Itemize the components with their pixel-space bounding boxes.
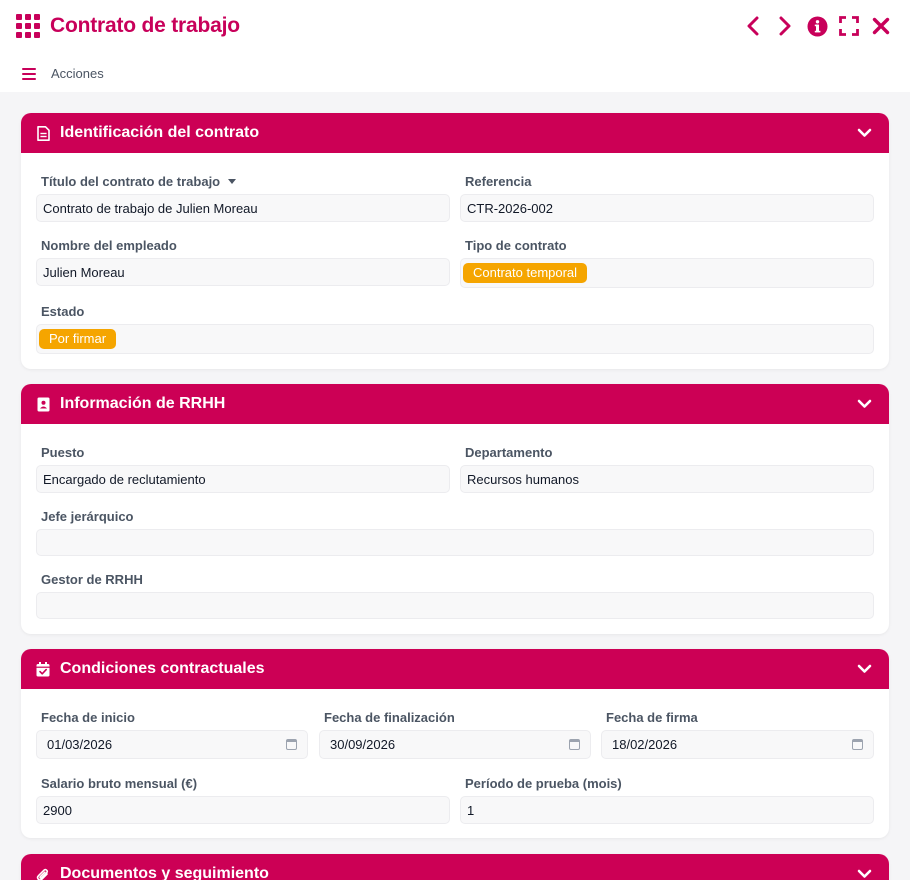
jefe-input[interactable] bbox=[36, 529, 874, 556]
label-inicio: Fecha de inicio bbox=[41, 710, 135, 725]
label-jefe: Jefe jerárquico bbox=[41, 509, 134, 524]
label-gestor: Gestor de RRHH bbox=[41, 572, 143, 587]
close-button[interactable] bbox=[870, 14, 892, 38]
title-row: Contrato de trabajo bbox=[16, 13, 240, 39]
section-condiciones-header[interactable]: Condiciones contractuales bbox=[21, 649, 889, 689]
actions-label[interactable]: Acciones bbox=[51, 66, 104, 81]
referencia-input[interactable]: CTR-2026-002 bbox=[460, 194, 874, 222]
label-estado: Estado bbox=[41, 304, 85, 319]
titulo-input[interactable]: Contrato de trabajo de Julien Moreau bbox=[36, 194, 450, 222]
field-prueba-label: Período de prueba (mois) bbox=[465, 776, 622, 791]
id-badge-icon bbox=[35, 396, 51, 412]
section-identificacion-header[interactable]: Identificación del contrato bbox=[21, 113, 889, 153]
label-firma: Fecha de firma bbox=[606, 710, 698, 725]
status-badge: Por firmar bbox=[39, 329, 117, 349]
inicio-value: 01/03/2026 bbox=[47, 737, 113, 752]
calendar-icon[interactable] bbox=[286, 738, 297, 750]
section-rrhh-header[interactable]: Información de RRHH bbox=[21, 384, 889, 424]
field-titulo-label: Título del contrato de trabajo bbox=[41, 174, 237, 189]
inicio-date-input[interactable]: 01/03/2026 bbox=[36, 730, 308, 759]
caret-down-icon[interactable] bbox=[228, 179, 237, 184]
tipo-badge: Contrato temporal bbox=[463, 263, 588, 283]
hamburger-menu-icon[interactable] bbox=[22, 67, 36, 80]
field-puesto-label: Puesto bbox=[41, 445, 84, 460]
calendar-icon[interactable] bbox=[852, 738, 863, 750]
field-gestor-label: Gestor de RRHH bbox=[41, 572, 143, 587]
calendar-check-icon bbox=[35, 661, 51, 677]
section-rrhh: Información de RRHH Puesto Encargado de … bbox=[21, 384, 889, 634]
prueba-input[interactable]: 1 bbox=[460, 796, 874, 824]
expand-icon bbox=[839, 16, 859, 36]
field-fin-label: Fecha de finalización bbox=[324, 710, 455, 725]
estado-select[interactable]: Por firmar bbox=[36, 324, 874, 354]
calendar-icon[interactable] bbox=[569, 738, 580, 750]
page-title: Contrato de trabajo bbox=[50, 14, 240, 37]
fin-date-input[interactable]: 30/09/2026 bbox=[319, 730, 591, 759]
salario-input[interactable]: 2900 bbox=[36, 796, 450, 824]
label-prueba: Período de prueba (mois) bbox=[465, 776, 622, 791]
chevron-right-icon bbox=[779, 16, 791, 36]
label-titulo: Título del contrato de trabajo bbox=[41, 174, 221, 189]
label-puesto: Puesto bbox=[41, 445, 85, 460]
label-departamento: Departamento bbox=[465, 445, 553, 460]
window-topbar: Contrato de trabajo Acciones bbox=[0, 0, 910, 92]
departamento-input[interactable]: Recursos humanos bbox=[460, 465, 874, 493]
section-title: Documentos y seguimiento bbox=[60, 865, 269, 880]
field-empleado-label: Nombre del empleado bbox=[41, 238, 177, 253]
field-salario-label: Salario bruto mensual (€) bbox=[41, 776, 197, 791]
fin-value: 30/09/2026 bbox=[330, 737, 396, 752]
previous-record-button[interactable] bbox=[742, 14, 764, 38]
window-controls bbox=[742, 13, 892, 39]
section-title: Condiciones contractuales bbox=[60, 660, 265, 677]
puesto-input[interactable]: Encargado de reclutamiento bbox=[36, 465, 450, 493]
field-departamento-label: Departamento bbox=[465, 445, 552, 460]
field-referencia-label: Referencia bbox=[465, 174, 531, 189]
apps-grid-icon[interactable] bbox=[16, 14, 40, 38]
fullscreen-button[interactable] bbox=[838, 14, 860, 38]
info-icon bbox=[807, 16, 827, 36]
tipo-select[interactable]: Contrato temporal bbox=[460, 258, 874, 288]
chevron-left-icon bbox=[747, 16, 759, 36]
chevron-down-icon[interactable] bbox=[855, 124, 873, 142]
label-referencia: Referencia bbox=[465, 174, 532, 189]
field-inicio-label: Fecha de inicio bbox=[41, 710, 135, 725]
section-title: Identificación del contrato bbox=[60, 124, 260, 141]
gestor-input[interactable] bbox=[36, 592, 874, 619]
empleado-input[interactable]: Julien Moreau bbox=[36, 258, 450, 286]
field-firma-label: Fecha de firma bbox=[606, 710, 698, 725]
label-fin: Fecha de finalización bbox=[324, 710, 455, 725]
field-jefe-label: Jefe jerárquico bbox=[41, 509, 134, 524]
close-icon bbox=[872, 17, 890, 35]
section-documentos-header[interactable]: Documentos y seguimiento bbox=[21, 854, 889, 880]
section-title: Información de RRHH bbox=[60, 395, 226, 412]
paperclip-icon bbox=[35, 866, 51, 880]
info-button[interactable] bbox=[806, 14, 828, 38]
chevron-down-icon[interactable] bbox=[855, 865, 873, 880]
section-identificacion: Identificación del contrato Título del c… bbox=[21, 113, 889, 369]
contract-window: Contrato de trabajo Acciones Identificac… bbox=[0, 0, 910, 880]
field-tipo-label: Tipo de contrato bbox=[465, 238, 567, 253]
document-icon bbox=[35, 125, 51, 141]
chevron-down-icon[interactable] bbox=[855, 395, 873, 413]
label-tipo: Tipo de contrato bbox=[465, 238, 567, 253]
firma-date-input[interactable]: 18/02/2026 bbox=[601, 730, 874, 759]
label-empleado: Nombre del empleado bbox=[41, 238, 177, 253]
firma-value: 18/02/2026 bbox=[612, 737, 678, 752]
section-documentos: Documentos y seguimiento bbox=[21, 854, 889, 880]
next-record-button[interactable] bbox=[774, 14, 796, 38]
label-salario: Salario bruto mensual (€) bbox=[41, 776, 198, 791]
section-condiciones: Condiciones contractuales Fecha de inici… bbox=[21, 649, 889, 838]
actions-menu[interactable]: Acciones bbox=[22, 66, 104, 81]
field-estado-label: Estado bbox=[41, 304, 84, 319]
chevron-down-icon[interactable] bbox=[855, 660, 873, 678]
